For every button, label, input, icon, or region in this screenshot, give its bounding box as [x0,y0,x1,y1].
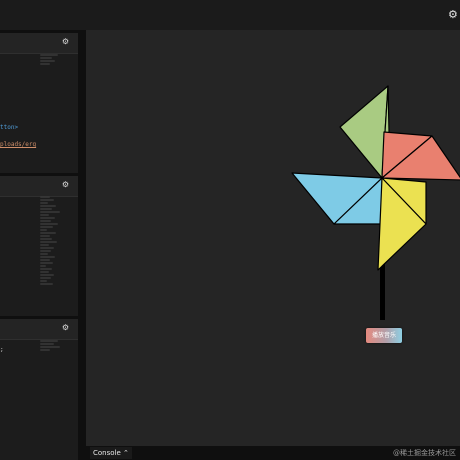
code-minimap [40,53,66,66]
play-music-button[interactable]: 播放音乐 [366,328,402,343]
console-bar: Console ⌃ @稀土掘金技术社区 [86,446,460,460]
css-editor-panel[interactable]: ⚙ [0,176,78,316]
pinwheel-illustration [291,85,460,320]
panel-header: ⚙ [0,33,78,54]
code-snippet: ploads/erg [0,141,37,148]
js-editor-panel[interactable]: ⚙ ; [0,319,78,460]
panel-header: ⚙ [0,319,78,340]
panel-header: ⚙ [0,176,78,197]
code-snippet: tton> [0,124,19,131]
code-line: ; [0,346,4,354]
gear-icon[interactable]: ⚙ [62,324,69,332]
code-minimap [40,195,66,286]
top-toolbar: ⚙ [0,0,460,30]
watermark: @稀土掘金技术社区 [393,449,456,457]
preview-pane[interactable]: 播放音乐 [86,30,460,460]
gear-icon[interactable]: ⚙ [62,38,69,46]
gear-icon[interactable]: ⚙ [448,9,460,21]
editor-column: ⚙ tton> ploads/erg ⚙ ⚙ ; [0,30,86,460]
code-line: ploads/erg [0,141,36,149]
code-minimap [40,339,66,352]
code-snippet: ; [0,346,4,353]
html-editor-panel[interactable]: ⚙ tton> ploads/erg [0,33,78,173]
gear-icon[interactable]: ⚙ [62,181,69,189]
console-toggle-button[interactable]: Console ⌃ [90,447,132,459]
code-line: tton> [0,124,18,132]
pinwheel-blade-green-left [339,85,389,179]
